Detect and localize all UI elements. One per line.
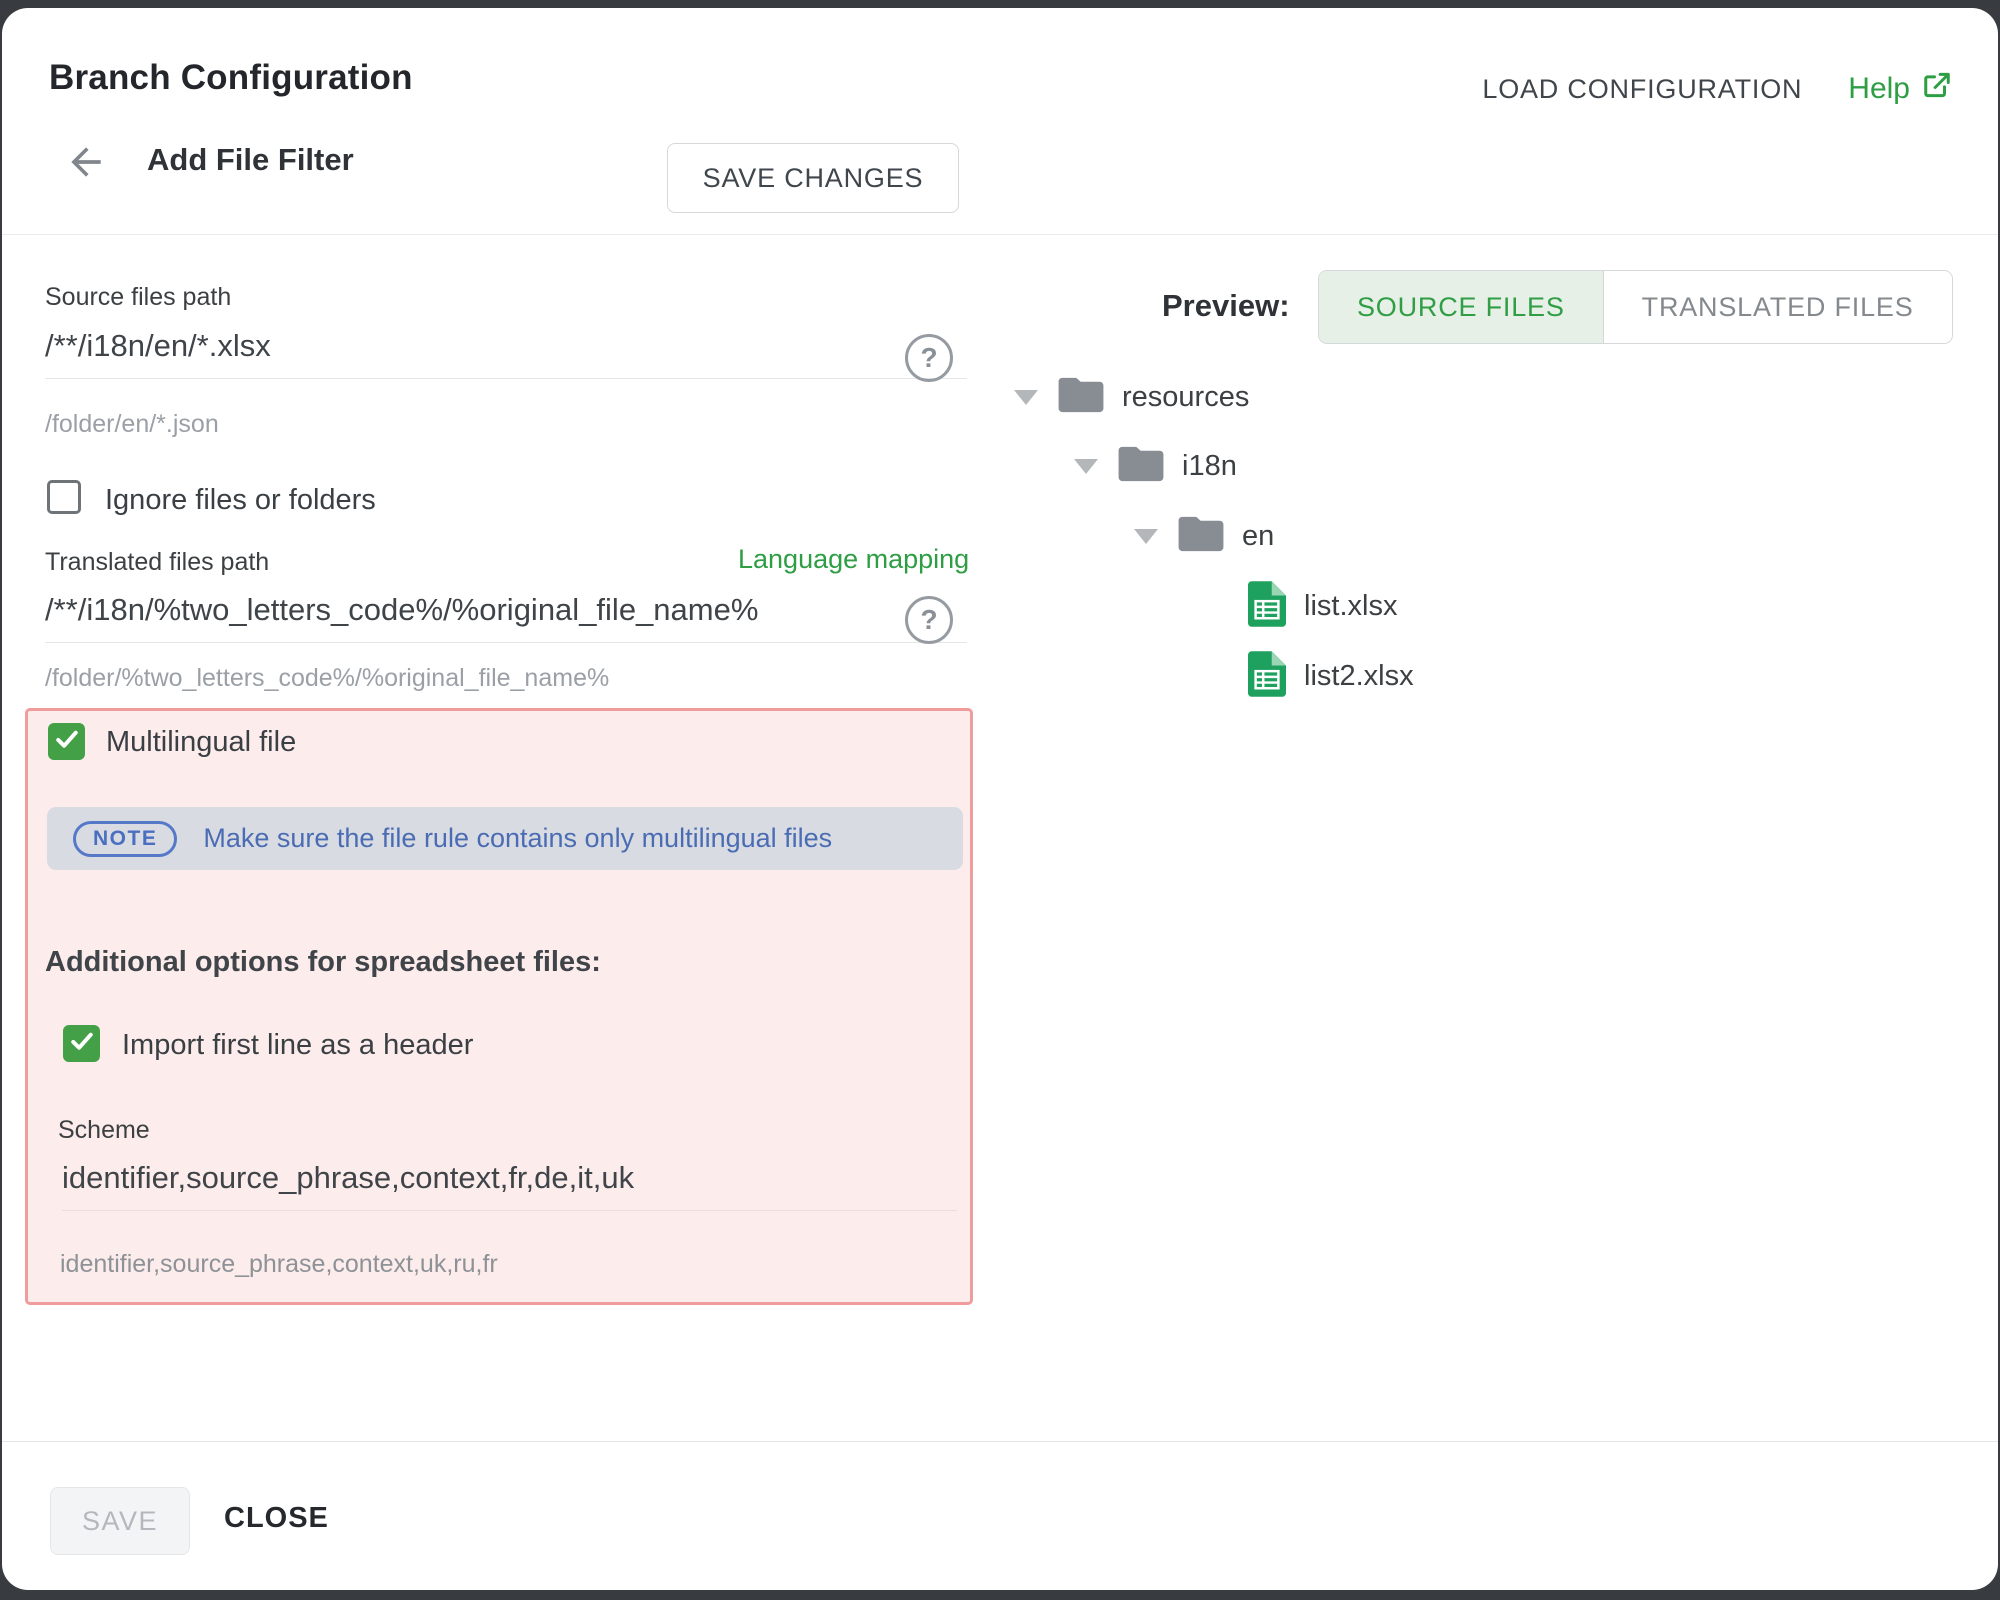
source-path-help-icon[interactable]: ? (905, 334, 953, 382)
note-text: Make sure the file rule contains only mu… (203, 823, 832, 854)
tree-row[interactable]: list.xlsx (1248, 582, 1397, 630)
tree-item-label: i18n (1182, 450, 1237, 483)
scheme-input[interactable] (62, 1160, 957, 1211)
back-arrow-icon[interactable] (64, 140, 108, 184)
multilingual-file-label: Multilingual file (106, 726, 296, 759)
tab-source-files[interactable]: SOURCE FILES (1319, 271, 1603, 343)
checkmark-icon (53, 725, 81, 758)
source-files-path-input[interactable] (45, 328, 967, 379)
chevron-down-icon[interactable] (1014, 390, 1038, 405)
scheme-label: Scheme (58, 1116, 150, 1145)
tree-row[interactable]: en (1134, 512, 1274, 560)
source-path-hint: /folder/en/*.json (45, 410, 219, 439)
tree-row[interactable]: resources (1014, 373, 1249, 421)
close-button[interactable]: CLOSE (224, 1502, 329, 1535)
scheme-hint: identifier,source_phrase,context,uk,ru,f… (60, 1250, 498, 1279)
chevron-down-icon[interactable] (1134, 529, 1158, 544)
translated-files-path-input[interactable] (45, 592, 967, 643)
note-banner: NOTE Make sure the file rule contains on… (47, 807, 963, 870)
spreadsheet-file-icon (1248, 651, 1286, 702)
footer-divider (2, 1441, 1998, 1442)
tree-item-label: list.xlsx (1304, 590, 1397, 623)
spreadsheet-file-icon (1248, 581, 1286, 632)
help-link[interactable]: Help (1848, 70, 1952, 108)
tree-row[interactable]: list2.xlsx (1248, 652, 1414, 700)
language-mapping-link[interactable]: Language mapping (738, 544, 969, 575)
ignore-files-checkbox[interactable] (47, 480, 81, 514)
tree-item-label: resources (1122, 381, 1249, 414)
page-title: Branch Configuration (49, 58, 413, 98)
import-first-line-checkbox[interactable] (63, 1025, 100, 1062)
checkmark-icon (68, 1027, 96, 1060)
translated-files-path-label: Translated files path (45, 548, 269, 577)
preview-toggle: SOURCE FILES TRANSLATED FILES (1318, 270, 1953, 344)
branch-configuration-dialog: Branch Configuration LOAD CONFIGURATION … (2, 8, 1998, 1590)
tree-item-label: list2.xlsx (1304, 660, 1414, 693)
preview-label: Preview: (1162, 288, 1290, 324)
header-divider (2, 234, 1998, 235)
save-button[interactable]: SAVE (50, 1487, 190, 1555)
folder-icon (1058, 376, 1104, 419)
translated-path-hint: /folder/%two_letters_code%/%original_fil… (45, 664, 609, 693)
ignore-files-label: Ignore files or folders (105, 484, 376, 517)
folder-icon (1118, 445, 1164, 488)
add-file-filter-title: Add File Filter (147, 142, 354, 178)
help-link-label: Help (1848, 72, 1910, 106)
note-badge: NOTE (73, 821, 177, 857)
tree-row[interactable]: i18n (1074, 442, 1237, 490)
translated-path-help-icon[interactable]: ? (905, 596, 953, 644)
external-link-icon (1922, 70, 1952, 108)
tree-item-label: en (1242, 520, 1274, 553)
folder-icon (1178, 515, 1224, 558)
chevron-down-icon[interactable] (1074, 459, 1098, 474)
multilingual-highlight-section (25, 708, 973, 1305)
load-configuration-button[interactable]: LOAD CONFIGURATION (1482, 74, 1802, 105)
save-changes-button[interactable]: SAVE CHANGES (667, 143, 959, 213)
multilingual-file-checkbox[interactable] (48, 723, 85, 760)
tab-translated-files[interactable]: TRANSLATED FILES (1603, 271, 1952, 343)
source-files-path-label: Source files path (45, 283, 231, 312)
import-first-line-label: Import first line as a header (122, 1029, 473, 1062)
spreadsheet-options-heading: Additional options for spreadsheet files… (45, 946, 601, 979)
